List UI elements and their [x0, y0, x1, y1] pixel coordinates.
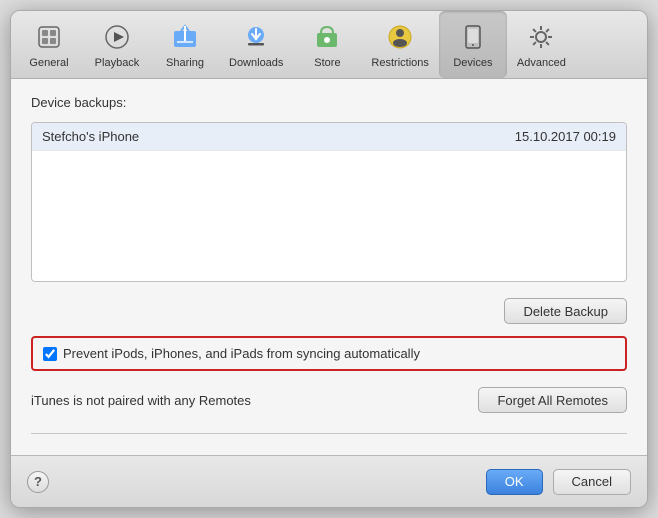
delete-btn-row: Delete Backup: [31, 298, 627, 324]
cancel-button[interactable]: Cancel: [553, 469, 631, 495]
restrictions-icon: [384, 21, 416, 53]
prevent-syncing-checkbox[interactable]: [43, 347, 57, 361]
devices-icon: [457, 21, 489, 53]
prevent-syncing-label[interactable]: Prevent iPods, iPhones, and iPads from s…: [63, 346, 420, 361]
devices-label: Devices: [453, 57, 492, 69]
sharing-icon: [169, 21, 201, 53]
main-content: Device backups: Stefcho's iPhone 15.10.2…: [11, 79, 647, 455]
downloads-icon: [240, 21, 272, 53]
toolbar-advanced[interactable]: Advanced: [507, 11, 576, 78]
forget-remotes-button[interactable]: Forget All Remotes: [478, 387, 627, 413]
toolbar-general[interactable]: General: [15, 11, 83, 78]
downloads-label: Downloads: [229, 57, 283, 69]
toolbar: General Playback Sharing: [11, 11, 647, 79]
backup-date: 15.10.2017 00:19: [515, 129, 616, 144]
toolbar-sharing[interactable]: Sharing: [151, 11, 219, 78]
separator: [31, 433, 627, 434]
bottom-bar: ? OK Cancel: [11, 455, 647, 507]
device-backups-label: Device backups:: [31, 95, 627, 110]
restrictions-label: Restrictions: [371, 57, 428, 69]
remotes-row: iTunes is not paired with any Remotes Fo…: [31, 383, 627, 417]
backup-row[interactable]: Stefcho's iPhone 15.10.2017 00:19: [32, 123, 626, 151]
toolbar-store[interactable]: Store: [293, 11, 361, 78]
toolbar-playback[interactable]: Playback: [83, 11, 151, 78]
advanced-icon: [525, 21, 557, 53]
general-label: General: [29, 57, 68, 69]
store-icon: [311, 21, 343, 53]
ok-button[interactable]: OK: [486, 469, 543, 495]
bottom-actions: OK Cancel: [486, 469, 631, 495]
backup-device-name: Stefcho's iPhone: [42, 129, 515, 144]
help-button[interactable]: ?: [27, 471, 49, 493]
remotes-text: iTunes is not paired with any Remotes: [31, 393, 251, 408]
sharing-label: Sharing: [166, 57, 204, 69]
playback-label: Playback: [95, 57, 140, 69]
toolbar-downloads[interactable]: Downloads: [219, 11, 293, 78]
playback-icon: [101, 21, 133, 53]
preferences-window: General Playback Sharing: [10, 10, 648, 508]
toolbar-devices[interactable]: Devices: [439, 11, 507, 78]
backups-table: Stefcho's iPhone 15.10.2017 00:19: [31, 122, 627, 282]
prevent-syncing-section: Prevent iPods, iPhones, and iPads from s…: [31, 336, 627, 371]
backups-empty-area: [32, 151, 626, 281]
delete-backup-button[interactable]: Delete Backup: [504, 298, 627, 324]
advanced-label: Advanced: [517, 57, 566, 69]
general-icon: [33, 21, 65, 53]
store-label: Store: [314, 57, 340, 69]
toolbar-restrictions[interactable]: Restrictions: [361, 11, 438, 78]
